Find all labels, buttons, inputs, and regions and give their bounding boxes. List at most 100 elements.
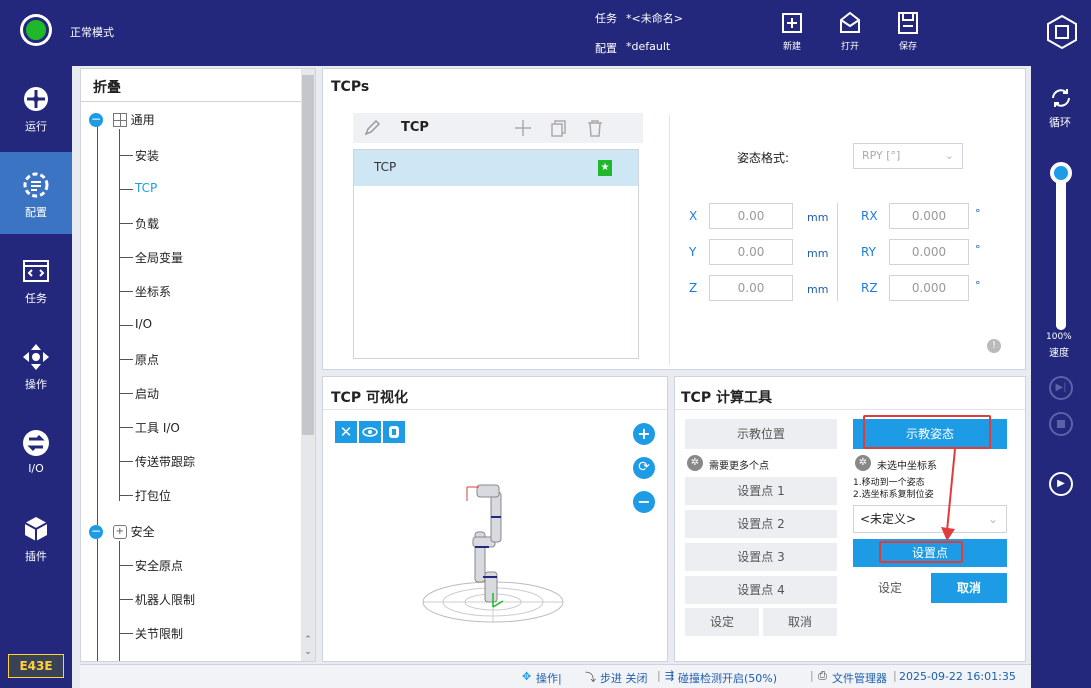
teach-position-button[interactable]: 示教位置 [685, 419, 837, 449]
stop-button[interactable] [1049, 412, 1073, 436]
tree-scroll-thumb[interactable] [302, 75, 314, 435]
nav-io[interactable]: I/O [0, 410, 72, 492]
x-input-value: 0.00 [737, 209, 765, 223]
speed-slider-knob[interactable] [1050, 162, 1072, 184]
tree-item-install[interactable]: 安装 [135, 147, 159, 164]
reset-view-button[interactable]: ⟳ [633, 457, 655, 479]
speed-slider[interactable] [1056, 170, 1066, 330]
tree-scrollbar[interactable]: ⌃ ⌄ [301, 69, 315, 661]
tcp-toolbar: TCP [353, 113, 643, 143]
z-input[interactable]: 0.00 [709, 275, 793, 301]
tree-line-4 [119, 541, 120, 661]
tree-item-safe-home[interactable]: 安全原点 [135, 557, 183, 574]
cancel-button-2[interactable]: 取消 [931, 573, 1007, 603]
nav-task-label: 任务 [25, 292, 47, 305]
collapse-minus-icon[interactable]: − [89, 524, 103, 539]
collapse-title[interactable]: 折叠 [93, 77, 121, 97]
move-icon [23, 344, 49, 370]
step-button[interactable]: ▶| [1049, 376, 1073, 400]
tree-item-startup[interactable]: 启动 [135, 385, 159, 402]
hint-copy-text: 2.选坐标系复制位姿 [853, 490, 934, 500]
mode-label: 正常模式 [70, 26, 114, 39]
set-point-4-button[interactable]: 设置点 4 [685, 576, 837, 604]
collapse-minus-icon[interactable]: − [89, 112, 103, 127]
save-button[interactable]: 保存 [888, 10, 928, 60]
set-point-2-button[interactable]: 设置点 2 [685, 510, 837, 538]
loop-icon[interactable] [1049, 86, 1073, 110]
tree-item-robot-limits[interactable]: 机器人限制 [135, 591, 195, 608]
robot-3d-view[interactable] [413, 467, 603, 627]
tree-node-safety[interactable]: − + 安全 [89, 523, 155, 540]
datetime: 2025-09-22 16:01:35 [899, 670, 1016, 683]
collision-status[interactable]: 碰撞检测开启(50%) [678, 670, 777, 686]
nav-operate[interactable]: 操作 [0, 324, 72, 406]
tree-item-label: 机器人限制 [135, 593, 196, 607]
tree-item-label: 传送带跟踪 [135, 455, 196, 469]
status-sep: | [657, 669, 661, 682]
eye-toggle-button[interactable] [359, 421, 381, 443]
info-icon[interactable]: ! [987, 339, 1001, 353]
tree-item-frames[interactable]: 坐标系 [135, 283, 171, 300]
tree-item-pallet[interactable]: 打包位 [135, 487, 171, 504]
pose-format-select[interactable]: RPY [°] ⌄ [853, 143, 963, 169]
frame-select[interactable]: <未定义> ⌄ [853, 505, 1007, 533]
rx-input-value: 0.000 [911, 209, 947, 223]
x-input[interactable]: 0.00 [709, 203, 793, 229]
stop-square-icon [1057, 420, 1065, 428]
tree-item-home[interactable]: 原点 [135, 351, 159, 368]
nav-run[interactable]: 运行 [0, 66, 72, 148]
cube-toggle-button[interactable] [383, 421, 405, 443]
tree-item-label: 全局变量 [135, 251, 184, 265]
power-status-icon[interactable] [20, 14, 52, 46]
tree-item-tool-io[interactable]: 工具 I/O [135, 419, 180, 436]
default-star-icon: ★ [598, 160, 612, 176]
tree-item-io[interactable]: I/O [135, 317, 152, 331]
add-icon[interactable] [513, 118, 533, 138]
tcp-viz-panel: TCP 可视化 ✕ + ⟳ − [322, 376, 668, 662]
tree-item-globals[interactable]: 全局变量 [135, 249, 183, 266]
file-manager-link[interactable]: 文件管理器 [832, 670, 887, 686]
speed-slider-fill [1056, 170, 1066, 330]
tree-item-label: 坐标系 [135, 285, 172, 299]
teach-pose-highlight [863, 415, 991, 449]
y-input[interactable]: 0.00 [709, 239, 793, 265]
tcps-vsep [669, 115, 670, 365]
nav-config[interactable]: 配置 [0, 152, 72, 234]
z-unit: mm [807, 283, 829, 296]
tree-item-conveyor[interactable]: 传送带跟踪 [135, 453, 195, 470]
scroll-up-icon[interactable]: ⌃ [301, 635, 315, 647]
cancel-button[interactable]: 取消 [763, 608, 837, 636]
tree-item-joint-limits[interactable]: 关节限制 [135, 625, 183, 642]
error-code-badge[interactable]: E43E [8, 654, 64, 678]
delete-icon[interactable] [585, 118, 605, 138]
tree-item-label: 原点 [135, 353, 160, 367]
rz-input[interactable]: 0.000 [889, 275, 969, 301]
tree-item-payload[interactable]: 负载 [135, 215, 159, 232]
zoom-in-button[interactable]: + [633, 423, 655, 445]
set-button[interactable]: 设定 [685, 608, 759, 636]
rx-input[interactable]: 0.000 [889, 203, 969, 229]
set-button-2[interactable]: 设定 [853, 573, 927, 603]
tree-node-general[interactable]: − 通用 [89, 111, 155, 128]
tcp-list-item[interactable]: TCP ★ [354, 150, 638, 186]
tool-toggle-button[interactable]: ✕ [335, 421, 357, 443]
rz-unit: ° [975, 279, 981, 292]
edit-pencil-icon[interactable] [363, 119, 383, 137]
set-point-1-button[interactable]: 设置点 1 [685, 477, 837, 505]
scroll-down-icon[interactable]: ⌄ [301, 647, 315, 659]
new-label: 新建 [782, 42, 801, 52]
ry-input[interactable]: 0.000 [889, 239, 969, 265]
io-icon [23, 430, 49, 456]
set-point-3-button[interactable]: 设置点 3 [685, 543, 837, 571]
open-button[interactable]: 打开 [830, 10, 870, 60]
step-status[interactable]: 步进 关闭 [600, 670, 648, 686]
play-button[interactable]: ▶ [1049, 472, 1073, 496]
loop-label: 循环 [1049, 116, 1071, 129]
zoom-out-button[interactable]: − [633, 491, 655, 513]
tree-item-tcp[interactable]: TCP [135, 181, 157, 195]
nav-plugin[interactable]: 插件 [0, 496, 72, 578]
new-button[interactable]: 新建 [772, 10, 812, 60]
copy-icon[interactable] [549, 118, 569, 138]
operate-status[interactable]: 操作| [536, 670, 562, 686]
nav-task[interactable]: 任务 [0, 238, 72, 320]
